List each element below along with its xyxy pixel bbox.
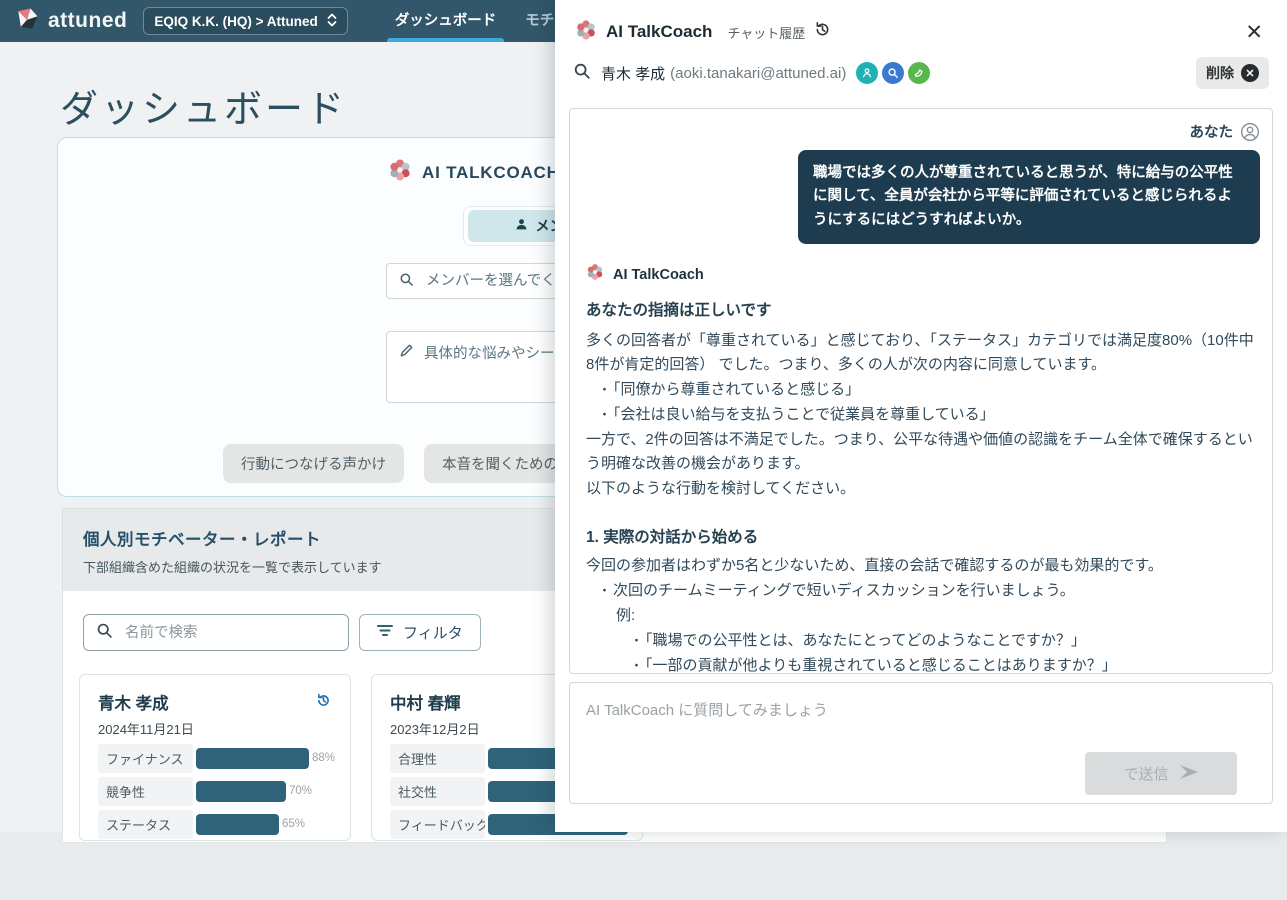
panel-header: AI TalkCoach チャット履歴 ✕ (555, 0, 1287, 52)
motivator-percent: 65% (282, 818, 305, 830)
attuned-logo[interactable]: attuned (13, 6, 127, 37)
ai-bullet: 次回のチームミーティングで短いディスカッションを行いましょう。 (586, 579, 1260, 603)
ai-flower-icon (575, 19, 597, 46)
motivator-row: ステータス 65% (98, 812, 332, 837)
panel-search-row[interactable]: 青木 孝成 (aoki.tanakari@attuned.ai) 削除 ✕ (569, 54, 1273, 92)
name-search-field[interactable] (83, 614, 349, 651)
ai-flower-icon (586, 263, 604, 286)
ai-bullet: 「会社は良い給与を支払うことで従業員を尊重している」 (586, 403, 1260, 427)
motivator-bar-zone: 70% (196, 779, 332, 804)
filter-label: フィルタ (403, 622, 463, 643)
talkcoach-card-header: AI TALKCOACH (388, 158, 560, 187)
page-title: ダッシュボード (60, 78, 347, 133)
talkcoach-panel: AI TalkCoach チャット履歴 ✕ 青木 孝成 (aoki.tanaka… (555, 0, 1287, 832)
chat-history-label: チャット履歴 (727, 23, 805, 42)
selected-member-name: 青木 孝成 (601, 63, 665, 84)
person-icon (515, 218, 528, 234)
filter-button[interactable]: フィルタ (359, 614, 481, 651)
motivator-label: 社交性 (390, 777, 485, 806)
history-icon[interactable] (813, 20, 832, 44)
user-avatar-icon (1240, 122, 1260, 142)
ai-paragraph: 一方で、2件の回答は不満足でした。つまり、公平な待遇や価値の認識をチーム全体で確… (586, 428, 1260, 476)
motivator-label: フィードバック (390, 810, 485, 839)
motivator-bar (196, 748, 309, 769)
motivator-card: 青木 孝成 2024年11月21日ファイナンス 88% 競争性 70% ステータス 65% (79, 674, 351, 841)
user-message-bubble: 職場では多くの人が尊重されていると思うが、特に給与の公平性に関して、全員が会社か… (798, 150, 1260, 244)
panel-title: AI TalkCoach (606, 22, 712, 42)
ai-paragraph: 今回の参加者はわずか5名と少ないため、直接の会話で確認するのが最も効果的です。 (586, 554, 1260, 578)
circle-x-icon: ✕ (1241, 64, 1259, 82)
search-icon (96, 622, 113, 644)
delete-button[interactable]: 削除 ✕ (1196, 57, 1269, 89)
ai-sub-label: 例: (586, 604, 1260, 628)
ai-heading: あなたの指摘は正しいです (586, 299, 1260, 324)
ai-message-body: あなたの指摘は正しいです多くの回答者が「尊重されている」と感じており、「ステータ… (586, 299, 1260, 674)
search-icon (573, 62, 591, 85)
member-name: 中村 春輝 (390, 690, 461, 714)
ai-sub-bullet: 「一部の貢献が他よりも重視されていると感じることはありますか？」 (586, 654, 1260, 674)
ai-message-header: AI TalkCoach (586, 263, 1260, 286)
motivator-label: ステータス (98, 810, 193, 839)
motivator-bar (196, 814, 279, 835)
motivator-bar (196, 781, 286, 802)
motivator-bar-zone: 65% (196, 812, 332, 837)
ai-label: AI TalkCoach (613, 267, 704, 283)
ai-flower-icon (388, 158, 412, 187)
send-button[interactable]: で送信 (1085, 752, 1237, 795)
motivator-row: 競争性 70% (98, 779, 332, 804)
nav-item-dashboard[interactable]: ダッシュボード (395, 0, 497, 42)
chat-transcript[interactable]: あなた 職場では多くの人が尊重されていると思うが、特に給与の公平性に関して、全員… (569, 108, 1273, 674)
org-selector-dropdown[interactable]: EQIQ K.K. (HQ) > Attuned (143, 7, 347, 35)
search-badge-icon[interactable] (882, 62, 904, 84)
logo-wordmark: attuned (48, 9, 127, 33)
user-label: あなた (1190, 121, 1234, 142)
ai-paragraph: 多くの回答者が「尊重されている」と感じており、「ステータス」カテゴリでは満足度8… (586, 329, 1260, 377)
ai-paragraph: 以下のような行動を検討してください。 (586, 477, 1260, 501)
chat-input-box[interactable]: AI TalkCoach に質問してみましょう で送信 (569, 682, 1273, 804)
motivator-card-header: 青木 孝成 (98, 690, 332, 714)
motivation-badge-icon[interactable] (856, 62, 878, 84)
search-icon (399, 272, 414, 291)
motivator-percent: 88% (312, 752, 335, 764)
chat-input-placeholder: AI TalkCoach に質問してみましょう (586, 699, 828, 720)
motivator-percent: 70% (289, 785, 312, 797)
chevron-updown-icon (327, 13, 337, 30)
attuned-gem-icon (13, 6, 41, 37)
motivator-bar-zone: 88% (196, 746, 332, 771)
ai-sub-bullet: 「職場での公平性とは、あなたにとってどのようなことですか？」 (586, 629, 1260, 653)
quick-button-action-voice[interactable]: 行動につなげる声かけ (223, 444, 404, 483)
member-badges (856, 62, 930, 84)
user-message-header: あなた (586, 121, 1260, 142)
pencil-icon (399, 343, 414, 362)
delete-label: 削除 (1206, 63, 1234, 83)
send-label: で送信 (1123, 763, 1168, 784)
name-search-input[interactable] (123, 624, 336, 642)
survey-date: 2024年11月21日 (98, 719, 332, 738)
motivator-label: ファイナンス (98, 744, 193, 773)
close-icon[interactable]: ✕ (1245, 22, 1263, 43)
org-selector-value: EQIQ K.K. (HQ) > Attuned (154, 14, 317, 29)
ai-numbered-heading: 1. 実際の対話から始める (586, 526, 1260, 551)
history-icon[interactable] (315, 692, 332, 714)
motivator-row: ファイナンス 88% (98, 746, 332, 771)
selected-member-email: (aoki.tanakari@attuned.ai) (670, 65, 846, 82)
ai-bullet: 「同僚から尊重されていると感じる」 (586, 378, 1260, 402)
hand-badge-icon[interactable] (908, 62, 930, 84)
motivator-label: 合理性 (390, 744, 485, 773)
send-arrow-icon (1179, 764, 1199, 784)
member-name: 青木 孝成 (98, 690, 169, 714)
talkcoach-card-title: AI TALKCOACH (422, 163, 560, 183)
motivator-label: 競争性 (98, 777, 193, 806)
filter-icon (377, 624, 393, 641)
